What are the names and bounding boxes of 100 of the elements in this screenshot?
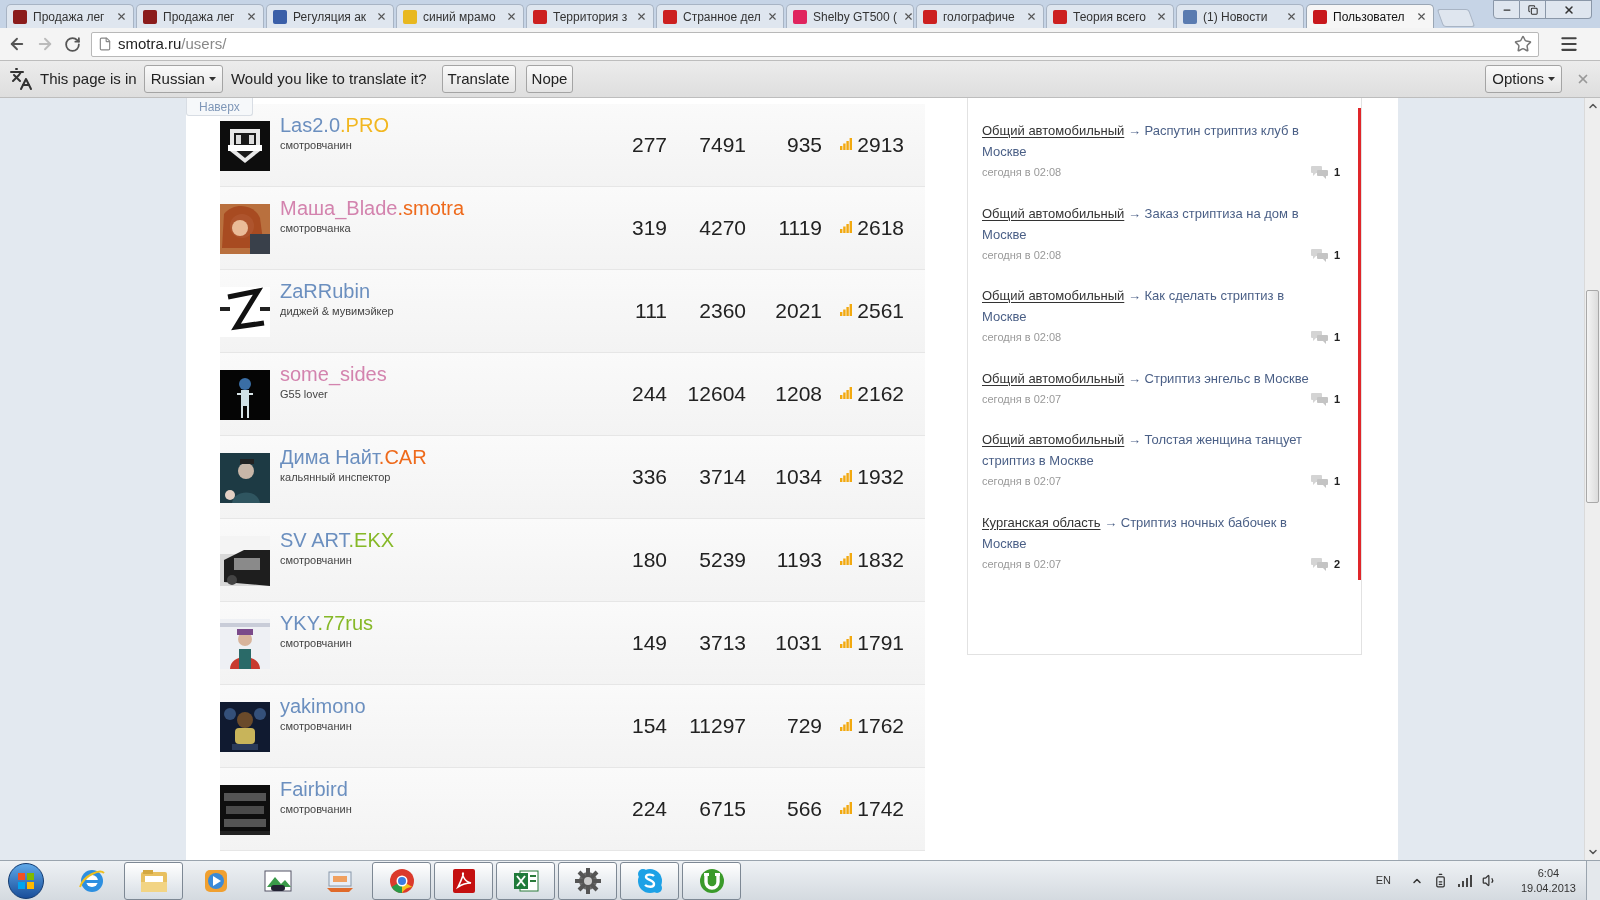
user-status: смотровчанин [280,719,352,734]
play-icon [202,867,229,894]
bookmark-star-icon[interactable] [1514,35,1532,53]
address-field[interactable]: smotra.ru/users/ [91,31,1539,57]
close-icon[interactable] [116,11,127,22]
user-status: смотровчанин [280,553,352,568]
document-icon [450,866,477,895]
community-link[interactable]: Общий автомобильный [982,370,1125,386]
chat-icon [635,866,664,895]
close-icon[interactable] [1156,11,1167,22]
stat-value: 277 [630,132,667,159]
stat-value: 111 [634,298,667,325]
comment-count: 1 [1333,330,1340,345]
user-status: смотровчанка [280,221,351,236]
browser-tab[interactable]: (1) Новости [1176,4,1304,28]
community-link[interactable]: Общий автомобильный [982,123,1125,138]
bars-icon [840,553,853,565]
clock-time: 6:04 [1537,865,1560,881]
stat-value: 336 [630,464,667,491]
browser-tab[interactable]: голографиче [916,4,1044,28]
bars-icon [840,802,853,814]
tab-title: Теория всего [1073,8,1147,26]
close-icon[interactable] [636,11,647,22]
taskbar-app-button[interactable] [558,861,617,900]
taskbar-app-button[interactable] [434,861,493,900]
url-host: smotra.ru [118,33,182,54]
download-icon [697,866,726,895]
browser-tab[interactable]: Shelby GT500 ( [786,4,914,28]
signal-icon[interactable] [1457,874,1472,887]
community-link[interactable]: Общий автомобильный [982,288,1125,303]
stat-value: 319 [630,215,667,242]
caret-icon [1548,77,1555,81]
post-time: сегодня в 02:07 [982,556,1062,572]
community-link[interactable]: Курганская область [982,514,1101,530]
browser-tab[interactable]: Продажа лег [6,4,134,28]
tab-title: Пользовател [1333,8,1406,26]
browser-tab[interactable]: Регуляция ак [266,4,394,28]
close-icon[interactable] [1026,11,1037,22]
post-time: сегодня в 02:08 [982,165,1062,180]
close-button[interactable] [1546,0,1592,19]
browser-tab[interactable]: Теория всего [1046,4,1174,28]
stat-value: 180 [630,547,667,574]
stat-value: 1193 [775,547,822,574]
page-icon [98,37,112,51]
community-link[interactable]: Общий автомобильный [982,205,1125,221]
stat-value: 11297 [688,713,746,740]
translate-bar-button[interactable]: Translate [441,65,516,93]
tab-title: голографиче [943,8,1016,26]
browser-tab[interactable]: Территория з [526,4,654,28]
feed-entry: Общий автомобильный → Как сделать стриптиз в Москве [982,287,1286,326]
translate-icon [9,67,33,91]
back-icon[interactable] [8,35,26,53]
post-time: сегодня в 02:08 [982,330,1062,345]
rating-value: 2913 [857,132,904,159]
language-select[interactable]: Russian [143,65,223,93]
browser-tab[interactable]: Продажа лег [136,4,264,28]
comment-count: 1 [1333,165,1340,180]
minimize-button[interactable] [1493,0,1520,19]
post-time: сегодня в 02:07 [982,391,1062,407]
stat-value: 729 [785,713,822,740]
restore-button[interactable] [1520,0,1546,19]
close-icon[interactable] [766,11,778,22]
stat-value: 566 [785,796,822,823]
community-link[interactable]: Общий автомобильный [982,432,1125,447]
stat-value: 244 [630,381,667,408]
language-indicator[interactable]: EN [1375,872,1391,889]
translate-bar-button[interactable]: Nope [525,65,574,93]
rating-value: 2618 [857,215,904,242]
comment-count: 2 [1333,556,1340,572]
flag-icon [17,871,35,890]
options-button[interactable]: Options [1485,65,1562,93]
close-icon[interactable] [903,11,915,22]
tab-title: Территория з [553,8,629,26]
rating-value: 1791 [857,630,904,657]
start-button[interactable] [8,862,44,899]
menu-icon[interactable] [1559,34,1579,54]
close-icon[interactable] [246,11,257,22]
translate-lead-text: This page is in [40,68,137,89]
stat-value: 7491 [698,132,746,159]
stat-value: 1119 [777,215,822,242]
clock-date: 19.04.2013 [1520,880,1576,896]
close-icon[interactable] [1416,11,1427,22]
stat-value: 1034 [774,464,822,491]
tab-title: Продажа лег [33,8,106,26]
browser-tab[interactable]: Странное дел [656,4,784,28]
comment-count: 1 [1333,474,1340,489]
user-status: диджей & мувимэйкер [280,304,394,319]
feed-entry: Общий автомобильный → Толстая женщина танцует стриптиз в Москве [982,431,1304,470]
close-icon [1562,3,1575,16]
browser-tab[interactable]: синий мрамо [396,4,524,28]
close-icon[interactable] [506,11,517,22]
bars-icon [840,138,853,150]
close-icon[interactable] [376,11,387,22]
scrollbar-thumb[interactable] [1586,290,1599,503]
clock[interactable]: 6:04 19.04.2013 [1520,865,1576,896]
browser-tab[interactable]: Пользовател [1306,4,1434,28]
close-icon[interactable] [1286,11,1297,22]
reload-icon[interactable] [64,35,81,53]
rating-value: 1762 [857,713,904,740]
speech-bubbles-icon [1310,330,1328,345]
